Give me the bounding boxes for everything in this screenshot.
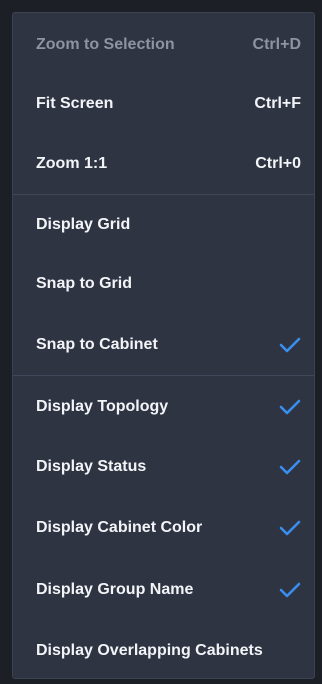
checkmark-icon <box>279 459 301 474</box>
checkmark-icon <box>279 399 301 414</box>
menu-item-display-topology[interactable]: Display Topology <box>13 376 314 437</box>
menu-item-label: Fit Screen <box>36 94 114 112</box>
checkmark-icon <box>279 582 301 597</box>
menu-item-label: Display Topology <box>36 397 169 415</box>
menu-item-label: Display Grid <box>36 215 131 233</box>
checkmark-icon <box>279 337 301 352</box>
menu-item-fit-screen[interactable]: Fit Screen Ctrl+F <box>13 73 314 134</box>
menu-item-label: Display Group Name <box>36 580 194 598</box>
menu-item-display-group-name[interactable]: Display Group Name <box>13 559 314 620</box>
menu-item-label: Display Status <box>36 457 147 475</box>
menu-item-snap-to-cabinet[interactable]: Snap to Cabinet <box>13 314 314 375</box>
view-context-menu: Zoom to Selection Ctrl+D Fit Screen Ctrl… <box>12 12 315 679</box>
menu-item-display-cabinet-color[interactable]: Display Cabinet Color <box>13 497 314 558</box>
menu-item-zoom-1-1[interactable]: Zoom 1:1 Ctrl+0 <box>13 133 314 194</box>
menu-item-label: Snap to Cabinet <box>36 335 158 353</box>
menu-item-label: Snap to Grid <box>36 274 132 292</box>
menu-item-label: Zoom to Selection <box>36 35 175 53</box>
menu-item-display-overlapping-cabinets[interactable]: Display Overlapping Cabinets <box>13 620 314 681</box>
menu-item-zoom-to-selection[interactable]: Zoom to Selection Ctrl+D <box>13 14 314 75</box>
menu-item-display-status[interactable]: Display Status <box>13 436 314 497</box>
menu-item-shortcut: Ctrl+0 <box>255 154 301 172</box>
menu-item-shortcut: Ctrl+F <box>254 94 301 112</box>
menu-item-label: Display Cabinet Color <box>36 518 203 536</box>
menu-item-snap-to-grid[interactable]: Snap to Grid <box>13 253 314 314</box>
menu-item-display-grid[interactable]: Display Grid <box>13 194 314 255</box>
checkmark-icon <box>279 520 301 535</box>
menu-item-label: Display Overlapping Cabinets <box>36 641 263 659</box>
menu-item-shortcut: Ctrl+D <box>252 35 301 53</box>
menu-item-label: Zoom 1:1 <box>36 154 108 172</box>
